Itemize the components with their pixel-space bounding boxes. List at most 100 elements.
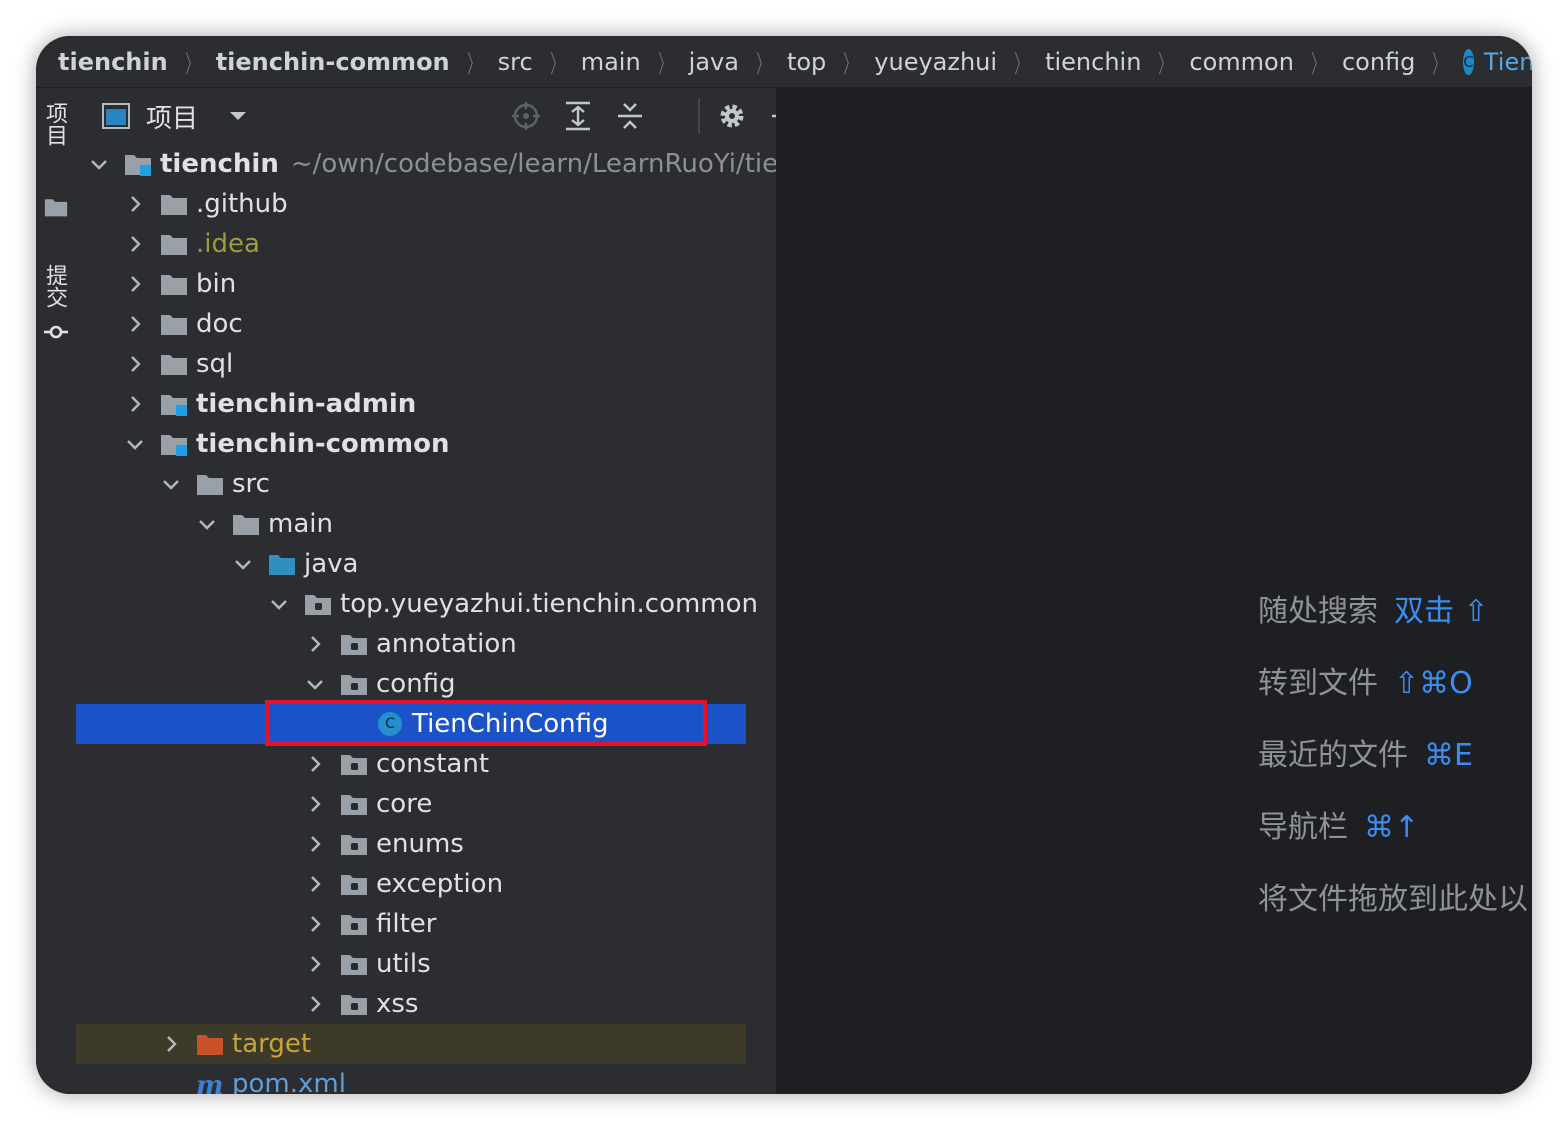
project-panel-title[interactable]: 项目	[146, 98, 198, 135]
chevron-down-icon[interactable]	[124, 433, 146, 455]
crumb-tienchin-common[interactable]: tienchin-common	[216, 48, 450, 76]
tree-item-target[interactable]: target	[76, 1024, 746, 1064]
gear-icon[interactable]	[716, 100, 748, 132]
chevron-right-icon: 〉	[1158, 50, 1173, 78]
commit-tool-tab[interactable]: 提交	[42, 264, 70, 308]
tree-item-github[interactable]: .github	[76, 184, 746, 224]
crumb-tienchinconfig[interactable]: TienChinConfig	[1484, 48, 1532, 76]
chevron-right-icon[interactable]	[124, 273, 146, 295]
tree-item-sql[interactable]: sql	[76, 344, 746, 384]
chevron-right-icon[interactable]	[124, 233, 146, 255]
tree-item-bin[interactable]: bin	[76, 264, 746, 304]
tree-item-label: tienchin-common	[196, 429, 450, 459]
collapse-all-icon[interactable]	[614, 100, 646, 132]
chevron-right-icon[interactable]	[304, 753, 326, 775]
folder-icon	[196, 472, 224, 496]
tree-item-pom[interactable]: m pom.xml	[76, 1064, 746, 1094]
tree-item-label: target	[232, 1029, 312, 1059]
tree-item-label: top.yueyazhui.tienchin.common	[340, 589, 759, 619]
tree-item-label: utils	[376, 949, 431, 979]
tree-item-src[interactable]: src	[76, 464, 746, 504]
tree-item-label: filter	[376, 909, 437, 939]
package-icon	[340, 632, 368, 656]
toolbar-divider	[698, 98, 700, 134]
chevron-down-icon[interactable]	[196, 513, 218, 535]
chevron-right-icon[interactable]	[304, 793, 326, 815]
crumb-top[interactable]: top	[787, 48, 826, 76]
chevron-down-icon[interactable]	[88, 153, 110, 175]
chevron-down-icon[interactable]	[160, 473, 182, 495]
tree-root[interactable]: tienchin ~/own/codebase/learn/LearnRuoYi…	[76, 144, 776, 184]
chevron-right-icon[interactable]	[304, 953, 326, 975]
module-folder-icon	[160, 432, 188, 456]
locate-icon[interactable]	[510, 100, 542, 132]
package-icon	[340, 952, 368, 976]
crumb-tienchin[interactable]: tienchin	[58, 48, 168, 76]
chevron-right-icon[interactable]	[124, 313, 146, 335]
tree-item-enums[interactable]: enums	[76, 824, 746, 864]
crumb-common[interactable]: common	[1189, 48, 1294, 76]
hint-label: 最近的文件	[1258, 738, 1408, 773]
project-tool-tab[interactable]: 项目	[42, 102, 70, 146]
navigation-breadcrumb: tienchin 〉 tienchin-common 〉 src 〉 main …	[36, 36, 1532, 88]
chevron-right-icon[interactable]	[124, 193, 146, 215]
dropdown-arrow-icon[interactable]	[228, 109, 248, 123]
project-panel-header: 项目	[76, 88, 796, 144]
maven-icon: m	[196, 1072, 224, 1094]
chevron-right-icon: 〉	[185, 50, 199, 78]
tree-item-idea[interactable]: .idea	[76, 224, 746, 264]
chevron-right-icon[interactable]	[304, 913, 326, 935]
chevron-right-icon: 〉	[658, 50, 672, 78]
tree-item-exception[interactable]: exception	[76, 864, 746, 904]
tree-item-tienchin-admin[interactable]: tienchin-admin	[76, 384, 746, 424]
crumb-main[interactable]: main	[581, 48, 641, 76]
crumb-src[interactable]: src	[498, 48, 533, 76]
crumb-yueyazhui[interactable]: yueyazhui	[874, 48, 997, 76]
tree-item-core[interactable]: core	[76, 784, 746, 824]
module-folder-icon	[124, 152, 152, 176]
tree-item-label: pom.xml	[232, 1069, 346, 1094]
tree-item-constant[interactable]: constant	[76, 744, 746, 784]
tree-item-main[interactable]: main	[76, 504, 746, 544]
tree-item-label: bin	[196, 269, 237, 299]
tree-item-annotation[interactable]: annotation	[76, 624, 746, 664]
chevron-right-icon[interactable]	[304, 633, 326, 655]
tree-item-label: annotation	[376, 629, 517, 659]
editor-empty-area[interactable]: 随处搜索 双击 ⇧ 转到文件 ⇧⌘O 最近的文件 ⌘E 导航栏 ⌘↑ 将文件拖放到此处以	[776, 88, 1532, 1094]
tree-item-xss[interactable]: xss	[76, 984, 746, 1024]
chevron-right-icon[interactable]	[304, 833, 326, 855]
chevron-right-icon[interactable]	[160, 1033, 182, 1055]
package-icon	[340, 832, 368, 856]
tree-item-doc[interactable]: doc	[76, 304, 746, 344]
chevron-down-icon[interactable]	[304, 673, 326, 695]
tree-item-label: constant	[376, 749, 490, 779]
chevron-down-icon[interactable]	[232, 553, 254, 575]
package-icon	[340, 992, 368, 1016]
crumb-java[interactable]: java	[689, 48, 739, 76]
package-icon	[304, 592, 332, 616]
package-icon	[340, 752, 368, 776]
chevron-right-icon[interactable]	[304, 873, 326, 895]
chevron-right-icon[interactable]	[304, 993, 326, 1015]
tree-item-package[interactable]: top.yueyazhui.tienchin.common	[76, 584, 758, 624]
tree-item-tienchin-common[interactable]: tienchin-common	[76, 424, 746, 464]
chevron-right-icon: 〉	[1432, 50, 1446, 78]
tree-item-config[interactable]: config	[76, 664, 746, 704]
chevron-right-icon[interactable]	[124, 393, 146, 415]
chevron-right-icon[interactable]	[124, 353, 146, 375]
tree-item-label: tienchin-admin	[196, 389, 417, 419]
tree-item-utils[interactable]: utils	[76, 944, 746, 984]
tree-item-filter[interactable]: filter	[76, 904, 746, 944]
source-folder-icon	[268, 552, 296, 576]
tree-root-path: ~/own/codebase/learn/LearnRuoYi/tier	[290, 149, 776, 179]
ide-window: tienchin 〉 tienchin-common 〉 src 〉 main …	[36, 36, 1532, 1094]
tree-item-java[interactable]: java	[76, 544, 746, 584]
crumb-tienchin-pkg[interactable]: tienchin	[1045, 48, 1141, 76]
chevron-right-icon: 〉	[1014, 50, 1028, 78]
expand-all-icon[interactable]	[562, 100, 594, 132]
crumb-config[interactable]: config	[1342, 48, 1415, 76]
hint-navigation-bar: 导航栏 ⌘↑	[1258, 802, 1419, 846]
package-icon	[340, 872, 368, 896]
commit-icon	[44, 325, 68, 339]
chevron-down-icon[interactable]	[268, 593, 290, 615]
